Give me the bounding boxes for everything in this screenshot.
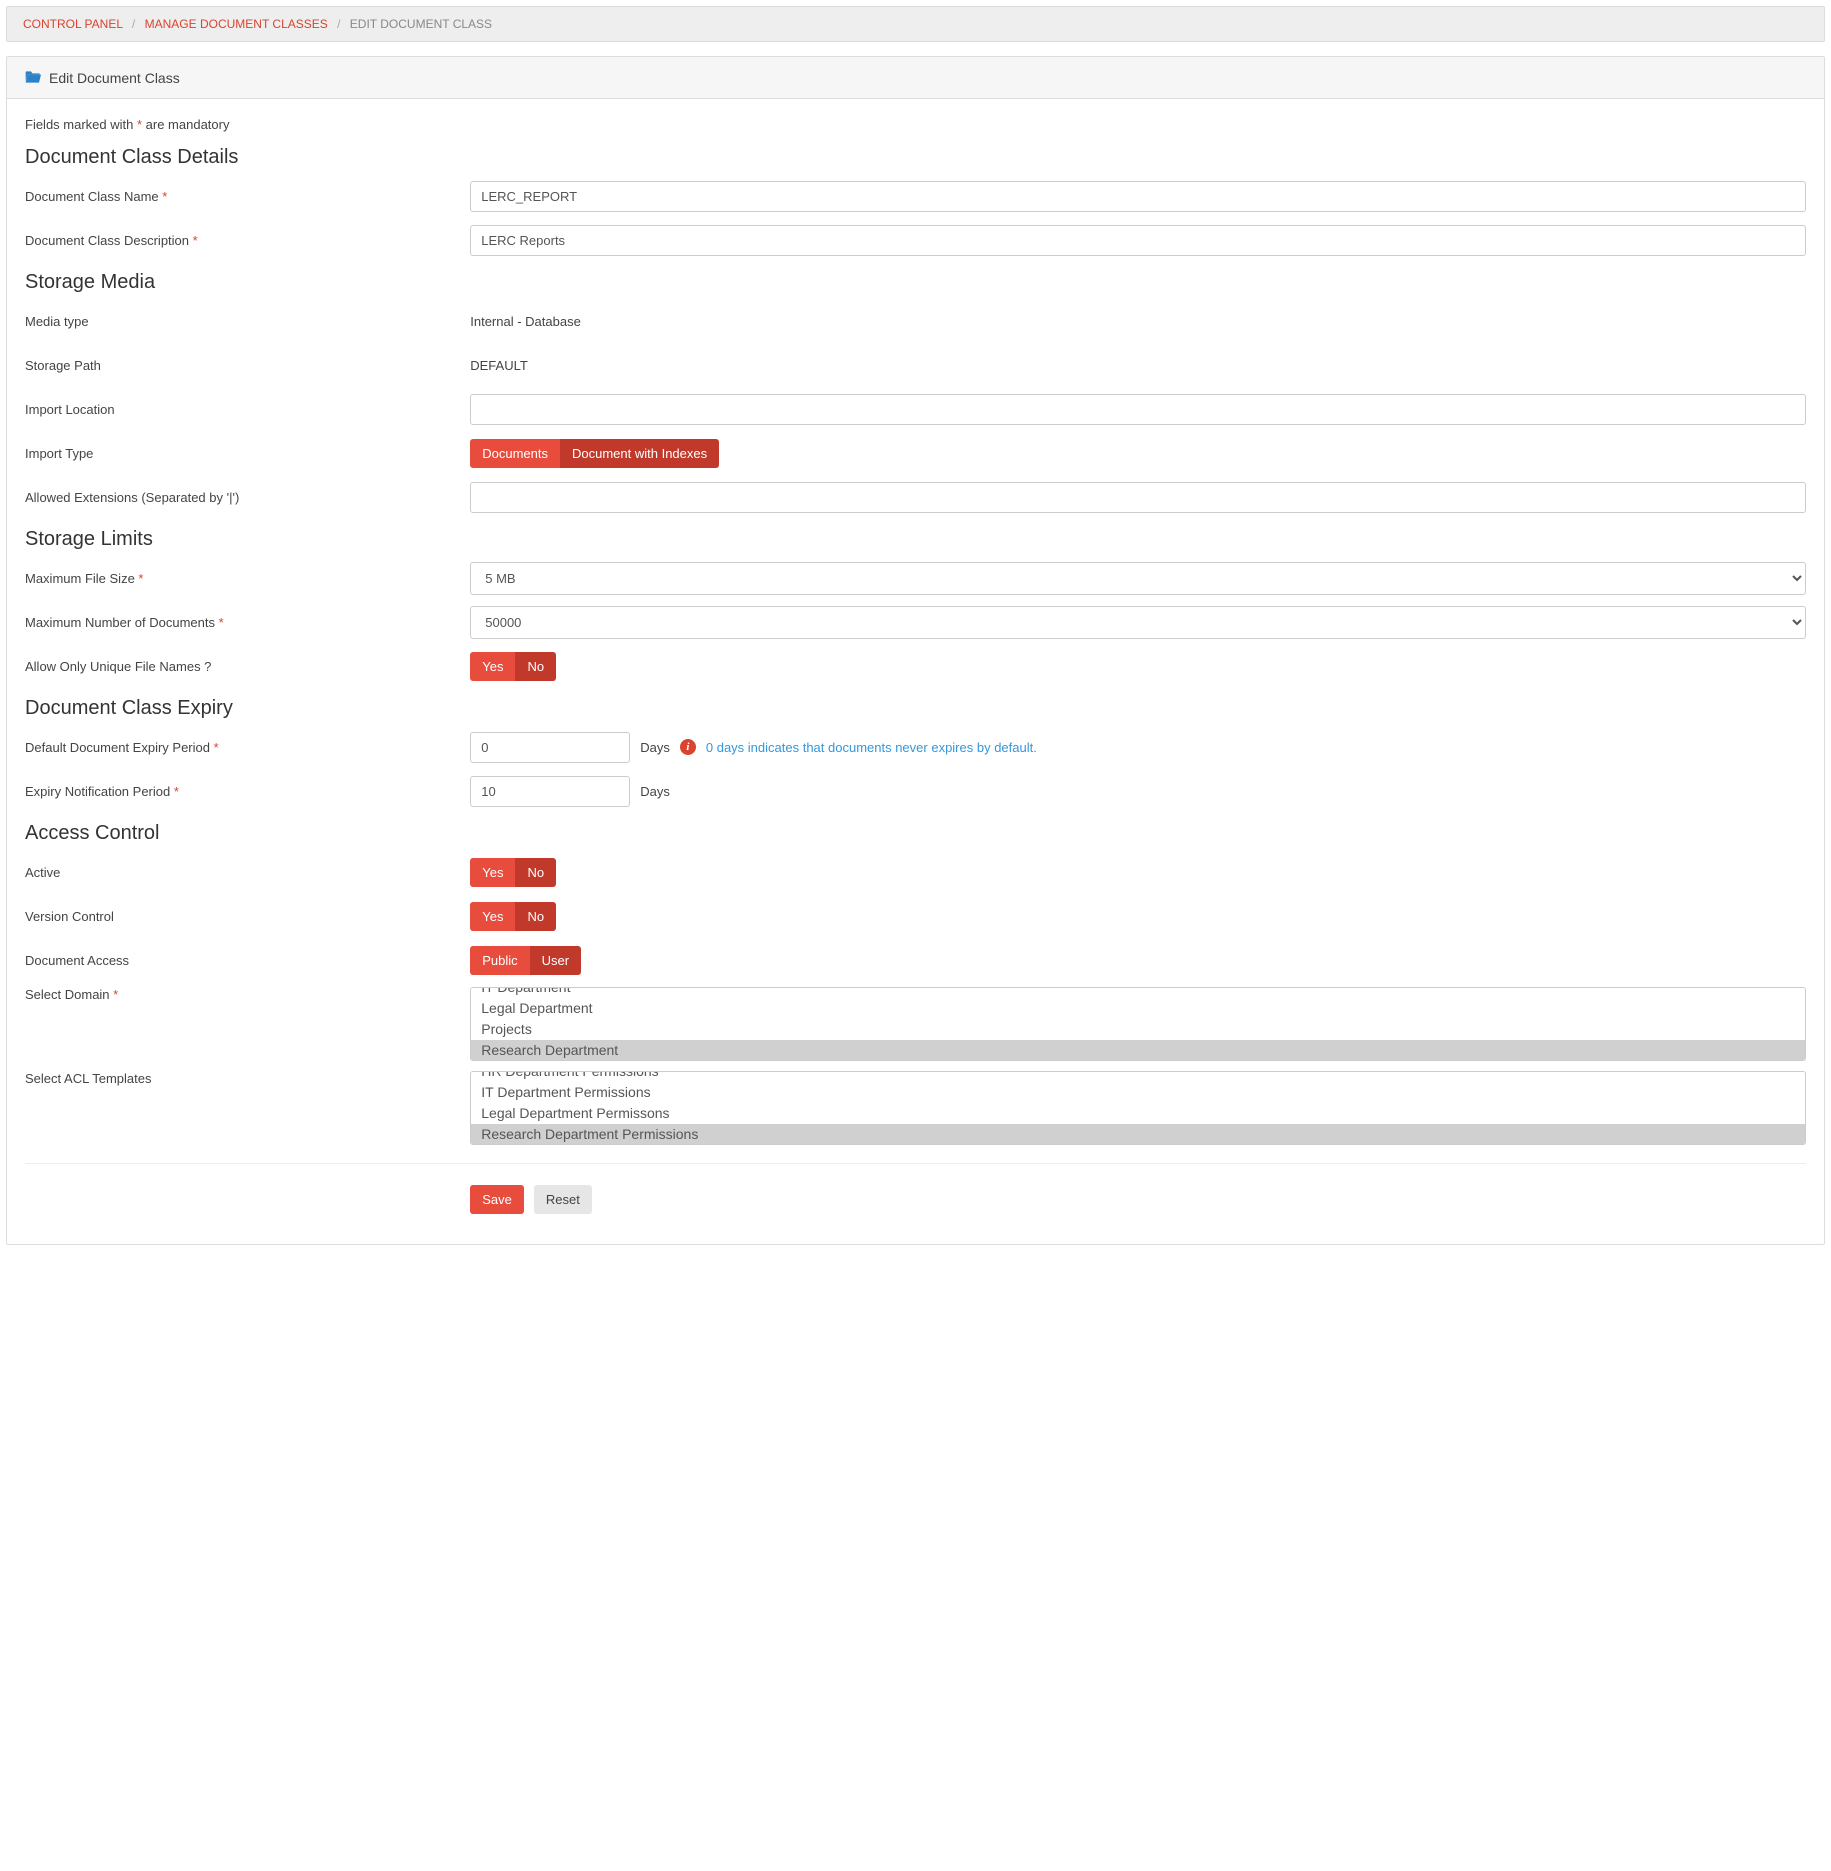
section-access: Access Control	[25, 822, 1806, 845]
active-toggle: Yes No	[470, 858, 556, 887]
label-allowed-ext: Allowed Extensions (Separated by '|')	[25, 490, 470, 505]
doc-access-public[interactable]: Public	[470, 946, 529, 975]
label-class-desc: Document Class Description *	[25, 233, 470, 248]
import-type-toggle: Documents Document with Indexes	[470, 439, 719, 468]
breadcrumb-control-panel[interactable]: CONTROL PANEL	[23, 17, 123, 31]
doc-access-toggle: Public User	[470, 946, 581, 975]
mandatory-hint: Fields marked with * are mandatory	[25, 117, 1806, 132]
domain-option-it[interactable]: IT Department	[471, 987, 1805, 998]
import-type-with-indexes[interactable]: Document with Indexes	[560, 439, 719, 468]
panel-header: Edit Document Class	[7, 57, 1824, 99]
section-details: Document Class Details	[25, 146, 1806, 169]
class-desc-input[interactable]	[470, 225, 1806, 256]
label-version-control: Version Control	[25, 909, 470, 924]
label-import-location: Import Location	[25, 402, 470, 417]
label-import-type: Import Type	[25, 446, 470, 461]
import-type-documents[interactable]: Documents	[470, 439, 560, 468]
info-icon: i	[680, 739, 696, 755]
acl-option-hr-dept[interactable]: HR Department Permissions	[471, 1071, 1805, 1082]
expiry-info-text: 0 days indicates that documents never ex…	[706, 740, 1037, 755]
breadcrumb: CONTROL PANEL / MANAGE DOCUMENT CLASSES …	[6, 6, 1825, 42]
breadcrumb-sep: /	[132, 17, 135, 31]
divider	[25, 1163, 1806, 1164]
label-class-name: Document Class Name *	[25, 189, 470, 204]
breadcrumb-sep: /	[337, 17, 340, 31]
version-yes[interactable]: Yes	[470, 902, 515, 931]
label-storage-path: Storage Path	[25, 358, 470, 373]
import-location-input[interactable]	[470, 394, 1806, 425]
version-control-toggle: Yes No	[470, 902, 556, 931]
domain-option-projects[interactable]: Projects	[471, 1019, 1805, 1040]
label-active: Active	[25, 865, 470, 880]
label-default-expiry: Default Document Expiry Period *	[25, 740, 470, 755]
unique-names-yes[interactable]: Yes	[470, 652, 515, 681]
reset-button[interactable]: Reset	[534, 1185, 592, 1214]
max-file-size-select[interactable]: 5 MB	[470, 562, 1806, 595]
section-storage-limits: Storage Limits	[25, 528, 1806, 551]
media-type-value: Internal - Database	[470, 314, 581, 329]
folder-open-icon	[25, 69, 41, 86]
label-max-docs: Maximum Number of Documents *	[25, 615, 470, 630]
label-expiry-notify: Expiry Notification Period *	[25, 784, 470, 799]
max-docs-select[interactable]: 50000	[470, 606, 1806, 639]
doc-access-user[interactable]: User	[530, 946, 581, 975]
select-domain-list[interactable]: HR Department IT Department Legal Depart…	[470, 987, 1806, 1061]
domain-option-research[interactable]: Research Department	[471, 1040, 1805, 1061]
unique-names-toggle: Yes No	[470, 652, 556, 681]
edit-panel: Edit Document Class Fields marked with *…	[6, 56, 1825, 1245]
select-acl-list[interactable]: HR Policies Permissions HR Department Pe…	[470, 1071, 1806, 1145]
days-label-1: Days	[640, 740, 670, 755]
section-expiry: Document Class Expiry	[25, 697, 1806, 720]
allowed-ext-input[interactable]	[470, 482, 1806, 513]
label-unique-names: Allow Only Unique File Names ?	[25, 659, 470, 674]
default-expiry-input[interactable]	[470, 732, 630, 763]
label-media-type: Media type	[25, 314, 470, 329]
acl-option-legal-dept[interactable]: Legal Department Permissons	[471, 1103, 1805, 1124]
breadcrumb-manage[interactable]: MANAGE DOCUMENT CLASSES	[145, 17, 328, 31]
active-yes[interactable]: Yes	[470, 858, 515, 887]
save-button[interactable]: Save	[470, 1185, 524, 1214]
unique-names-no[interactable]: No	[515, 652, 556, 681]
section-storage-media: Storage Media	[25, 271, 1806, 294]
version-no[interactable]: No	[515, 902, 556, 931]
label-select-domain: Select Domain *	[25, 987, 470, 1002]
acl-option-it-dept[interactable]: IT Department Permissions	[471, 1082, 1805, 1103]
class-name-input[interactable]	[470, 181, 1806, 212]
domain-option-legal[interactable]: Legal Department	[471, 998, 1805, 1019]
days-label-2: Days	[640, 784, 670, 799]
active-no[interactable]: No	[515, 858, 556, 887]
panel-title: Edit Document Class	[49, 70, 180, 86]
panel-body: Fields marked with * are mandatory Docum…	[7, 99, 1824, 1244]
label-doc-access: Document Access	[25, 953, 470, 968]
breadcrumb-current: EDIT DOCUMENT CLASS	[350, 17, 492, 31]
storage-path-value: DEFAULT	[470, 358, 528, 373]
expiry-notify-input[interactable]	[470, 776, 630, 807]
label-select-acl: Select ACL Templates	[25, 1071, 470, 1086]
label-max-file-size: Maximum File Size *	[25, 571, 470, 586]
acl-option-research-dept[interactable]: Research Department Permissions	[471, 1124, 1805, 1145]
